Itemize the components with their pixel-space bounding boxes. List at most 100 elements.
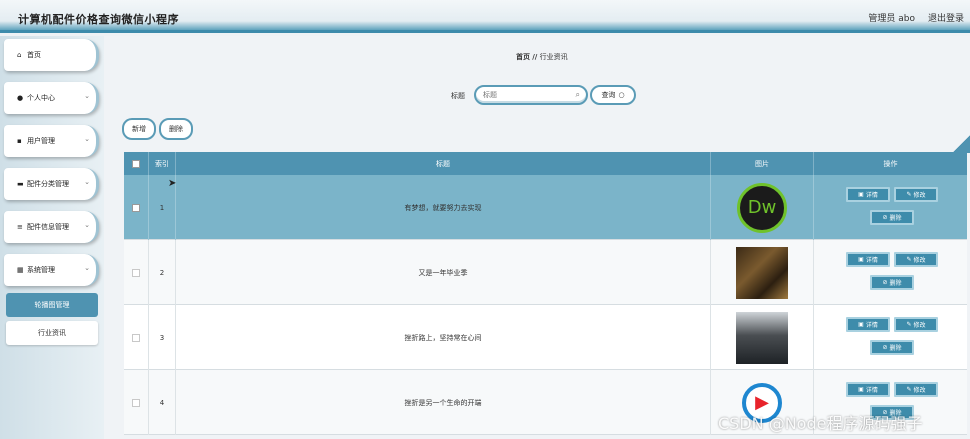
- row-checkbox[interactable]: [132, 398, 140, 407]
- breadcrumb: 首页 // 行业资讯: [516, 52, 568, 62]
- table-row[interactable]: 1 有梦想，就要努力去实现 Dw ▣ 详情 ✎ 修改 ⊘ 删除: [124, 175, 967, 240]
- row-select-cell: [124, 240, 149, 305]
- table-header: 索引 标题 图片 操作: [124, 152, 967, 175]
- chevron-down-icon: ⌄: [84, 221, 90, 229]
- sidebar-item-label: 个人中心: [27, 94, 55, 102]
- sidebar-item-system[interactable]: ▦ 系统管理 ⌄: [4, 254, 99, 286]
- edit-icon: ✎: [906, 256, 912, 263]
- detail-icon: ▣: [858, 256, 864, 263]
- breadcrumb-home[interactable]: 首页: [516, 53, 530, 61]
- detail-icon: ▣: [858, 386, 864, 393]
- batch-delete-button[interactable]: 删除: [159, 118, 193, 140]
- delete-label: 删除: [889, 215, 902, 222]
- table-icon: ▦: [17, 266, 24, 274]
- breadcrumb-current: 行业资讯: [539, 53, 568, 61]
- row-image-cell: [711, 240, 814, 305]
- column-index: 索引: [149, 152, 176, 175]
- delete-button[interactable]: ⊘ 删除: [870, 340, 914, 355]
- home-icon: ⌂: [17, 51, 22, 59]
- logout-link[interactable]: 退出登录: [928, 11, 964, 24]
- detail-icon: ▣: [858, 321, 864, 328]
- row-checkbox[interactable]: [132, 268, 140, 277]
- edit-label: 修改: [913, 387, 926, 394]
- search-input[interactable]: [483, 88, 573, 102]
- dreamweaver-logo-image: Dw: [737, 182, 787, 233]
- sidebar-item-home[interactable]: ⌂ 首页: [4, 39, 99, 71]
- select-all-cell: [124, 152, 149, 175]
- search-box[interactable]: ⌕: [474, 85, 588, 105]
- mouse-cursor-icon: ➤: [168, 178, 177, 189]
- detail-label: 详情: [865, 322, 878, 329]
- room-photo-image: [736, 246, 788, 299]
- sidebar-subitem-news[interactable]: 行业资讯: [6, 321, 98, 345]
- search-icon: ⌕: [575, 90, 580, 99]
- sidebar: ⌂ 首页 ● 个人中心 ⌄ ▪ 用户管理 ⌄ ▬ 配件分类管理 ⌄ ≡ 配件信息…: [0, 36, 104, 439]
- table-row[interactable]: 3 挫折路上，坚持常在心间 ▣ 详情 ✎ 修改 ⊘ 删除: [124, 305, 967, 370]
- row-ops: ▣ 详情 ✎ 修改 ⊘ 删除: [814, 175, 967, 240]
- edit-button[interactable]: ✎ 修改: [894, 187, 938, 202]
- row-index: 2: [149, 240, 176, 305]
- edit-icon: ✎: [906, 191, 912, 198]
- row-title: 有梦想，就要努力去实现: [176, 175, 711, 240]
- sidebar-item-label: 配件信息管理: [27, 223, 69, 231]
- row-ops: ▣ 详情 ✎ 修改 ⊘ 删除: [814, 240, 967, 305]
- row-select-cell: [124, 370, 149, 435]
- row-checkbox[interactable]: [132, 203, 140, 212]
- row-index: 3: [149, 305, 176, 370]
- row-title: 又是一年毕业季: [176, 240, 711, 305]
- detail-button[interactable]: ▣ 详情: [846, 187, 890, 202]
- trash-icon: ⊘: [882, 344, 888, 351]
- search-button[interactable]: 查询 ○: [590, 85, 636, 105]
- user-icon: ●: [17, 94, 24, 102]
- row-image-cell: [711, 305, 814, 370]
- add-button[interactable]: 新增: [122, 118, 156, 140]
- chevron-down-icon: ⌄: [84, 92, 90, 100]
- row-select-cell: [124, 175, 149, 240]
- list-icon: ≡: [17, 223, 23, 231]
- edit-label: 修改: [913, 192, 926, 199]
- sidebar-item-parts[interactable]: ≡ 配件信息管理 ⌄: [4, 211, 99, 243]
- edit-label: 修改: [913, 257, 926, 264]
- row-title: 挫折是另一个生命的开端: [176, 370, 711, 435]
- edit-button[interactable]: ✎ 修改: [894, 252, 938, 267]
- column-ops: 操作: [883, 159, 898, 168]
- watermark: CSDN @Node程序源码强子: [718, 414, 923, 433]
- edit-icon: ✎: [906, 386, 912, 393]
- comment-icon: ▬: [17, 180, 24, 188]
- trash-icon: ⊘: [882, 279, 888, 286]
- app-title: 计算机配件价格查询微信小程序: [18, 13, 179, 26]
- sidebar-item-profile[interactable]: ● 个人中心 ⌄: [4, 82, 99, 114]
- corner-decoration: [952, 135, 970, 153]
- edit-button[interactable]: ✎ 修改: [894, 317, 938, 332]
- sidebar-item-category[interactable]: ▬ 配件分类管理 ⌄: [4, 168, 99, 200]
- trash-icon: ⊘: [882, 214, 888, 221]
- detail-button[interactable]: ▣ 详情: [846, 382, 890, 397]
- office-photo-image: [736, 311, 788, 364]
- detail-button[interactable]: ▣ 详情: [846, 317, 890, 332]
- row-checkbox[interactable]: [132, 333, 140, 342]
- delete-button[interactable]: ⊘ 删除: [870, 275, 914, 290]
- sidebar-subitem-carousel[interactable]: 轮播图管理: [6, 293, 98, 317]
- row-ops: ▣ 详情 ✎ 修改 ⊘ 删除: [814, 305, 967, 370]
- delete-label: 删除: [889, 280, 902, 287]
- edit-button[interactable]: ✎ 修改: [894, 382, 938, 397]
- column-image: 图片: [711, 152, 814, 175]
- detail-button[interactable]: ▣ 详情: [846, 252, 890, 267]
- detail-label: 详情: [865, 387, 878, 394]
- detail-label: 详情: [865, 192, 878, 199]
- table-row[interactable]: 2 又是一年毕业季 ▣ 详情 ✎ 修改 ⊘ 删除: [124, 240, 967, 305]
- detail-label: 详情: [865, 257, 878, 264]
- breadcrumb-separator: //: [532, 53, 538, 61]
- sidebar-item-users[interactable]: ▪ 用户管理 ⌄: [4, 125, 99, 157]
- chevron-down-icon: ⌄: [84, 264, 90, 272]
- sidebar-item-label: 系统管理: [27, 266, 55, 274]
- current-user[interactable]: 管理员 abo: [868, 11, 915, 24]
- delete-button[interactable]: ⊘ 删除: [870, 210, 914, 225]
- grid-icon: ▪: [17, 137, 22, 145]
- row-index: 4: [149, 370, 176, 435]
- main-content: 首页 // 行业资讯 标题 ⌕ 查询 ○ 新增 删除 索引 标题 图片 操作 1…: [104, 36, 970, 439]
- delete-label: 删除: [889, 345, 902, 352]
- select-all-checkbox[interactable]: [132, 159, 140, 168]
- chevron-down-icon: ⌄: [84, 135, 90, 143]
- search-label: 标题: [451, 92, 465, 100]
